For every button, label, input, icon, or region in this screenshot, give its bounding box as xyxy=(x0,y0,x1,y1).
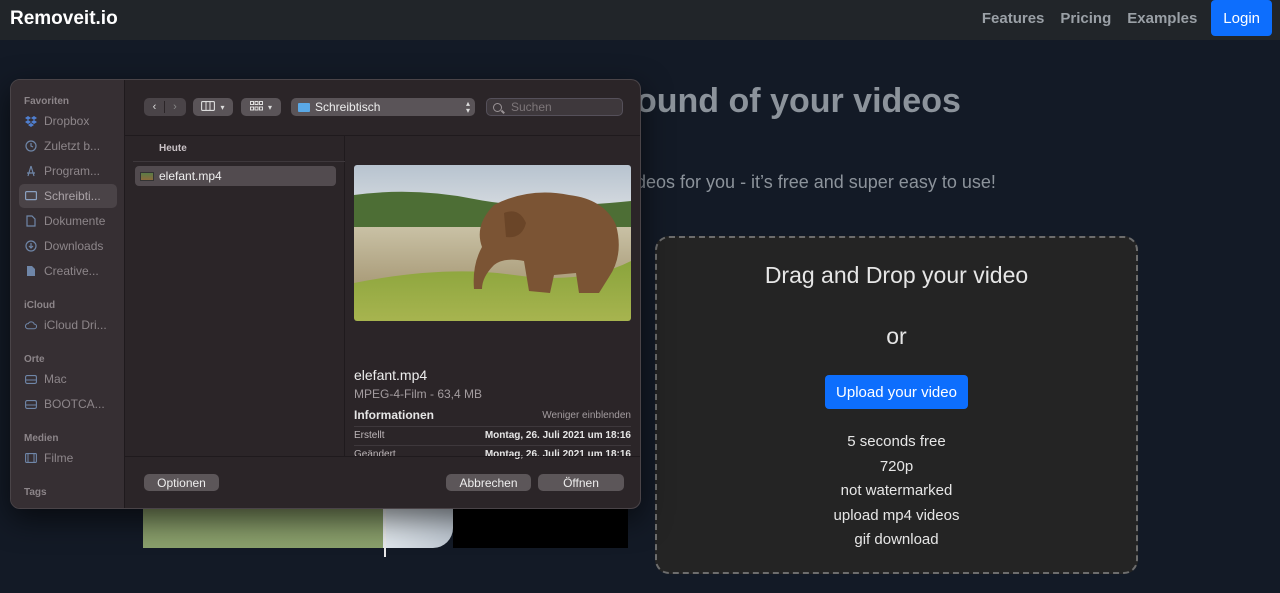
file-name: elefant.mp4 xyxy=(159,169,222,183)
created-value: Montag, 26. Juli 2021 um 18:16 xyxy=(484,430,631,441)
columns-view-icon xyxy=(201,100,216,114)
navbar: Removeit.io Features Pricing Examples Lo… xyxy=(0,0,1280,40)
feature-item: upload mp4 videos xyxy=(833,506,960,524)
file-icon xyxy=(25,265,37,277)
search-icon xyxy=(493,102,502,112)
drive-icon xyxy=(25,398,37,410)
clock-icon xyxy=(25,140,37,152)
show-less-link[interactable]: Weniger einblenden xyxy=(542,410,631,421)
preview-file-type: MPEG-4-Film - 63,4 MB xyxy=(354,387,483,401)
comparison-slider-handle[interactable] xyxy=(384,505,386,557)
search-input[interactable]: Suchen xyxy=(486,98,623,116)
chevron-down-icon: ▾ xyxy=(267,102,272,112)
sidebar-header-places: Orte xyxy=(24,354,45,365)
film-icon xyxy=(25,452,37,464)
info-header: Informationen xyxy=(354,408,434,422)
dialog-toolbar: ‹ › ▾ ▾ Schreibtisch ▴ ▾ Suchen xyxy=(125,80,640,136)
sidebar-item-creative[interactable]: Creative... xyxy=(19,259,117,283)
sidebar-header-favorites: Favoriten xyxy=(24,96,70,107)
video-dropzone[interactable]: Drag and Drop your video or Upload your … xyxy=(655,236,1138,574)
chevron-right-icon[interactable]: › xyxy=(165,101,185,113)
sidebar-item-movies[interactable]: Filme xyxy=(19,446,117,470)
document-icon xyxy=(25,215,37,227)
drive-icon xyxy=(25,373,37,385)
feature-item: 5 seconds free xyxy=(847,433,946,450)
chevron-left-icon[interactable]: ‹ xyxy=(145,101,165,113)
download-icon xyxy=(25,240,37,252)
back-forward-buttons[interactable]: ‹ › xyxy=(144,98,186,116)
brand-logo[interactable]: Removeit.io xyxy=(10,8,118,30)
sidebar-item-applications[interactable]: Program... xyxy=(19,159,117,183)
file-column: Heute elefant.mp4 xyxy=(125,136,345,456)
hero-title: ound of your videos xyxy=(636,82,961,120)
location-label: Schreibtisch xyxy=(315,100,381,114)
cloud-icon xyxy=(25,319,37,331)
dropzone-title: Drag and Drop your video xyxy=(764,262,1029,288)
sidebar-header-tags: Tags xyxy=(24,487,47,498)
feature-item: not watermarked xyxy=(840,482,953,499)
sidebar-item-icloud-drive[interactable]: iCloud Dri... xyxy=(19,313,117,337)
sidebar-header-icloud: iCloud xyxy=(24,300,56,311)
nav-link-features[interactable]: Features xyxy=(982,10,1045,27)
created-label: Erstellt xyxy=(354,430,385,441)
options-button[interactable]: Optionen xyxy=(144,474,219,491)
dropzone-or: or xyxy=(886,323,907,349)
updown-chevron-icon: ▴ ▾ xyxy=(465,99,470,115)
search-placeholder: Suchen xyxy=(511,100,552,114)
upload-video-button[interactable]: Upload your video xyxy=(825,375,968,409)
applications-icon xyxy=(25,165,37,177)
view-mode-button[interactable]: ▾ xyxy=(193,98,233,116)
sidebar-item-desktop[interactable]: Schreibti... xyxy=(19,184,117,208)
video-thumbnail xyxy=(354,165,631,321)
feature-list: 5 seconds free 720p not watermarked uplo… xyxy=(657,430,1136,553)
cancel-button[interactable]: Abbrechen xyxy=(446,474,531,491)
sidebar-item-bootcamp[interactable]: BOOTCA... xyxy=(19,392,117,416)
folder-icon xyxy=(298,102,310,112)
hero-subtitle: deos for you - it’s free and super easy … xyxy=(636,172,996,192)
open-button[interactable]: Öffnen xyxy=(538,474,624,491)
file-open-dialog: Favoriten Dropbox Zuletzt b... Program..… xyxy=(10,79,641,509)
nav-links: Features Pricing Examples Login xyxy=(966,0,1272,36)
sidebar-item-dropbox[interactable]: Dropbox xyxy=(19,109,117,133)
group-mode-button[interactable]: ▾ xyxy=(241,98,281,116)
modified-value: Montag, 26. Juli 2021 um 18:16 xyxy=(484,449,631,460)
section-header-today: Heute xyxy=(159,143,187,154)
nav-link-pricing[interactable]: Pricing xyxy=(1060,10,1111,27)
desktop-icon xyxy=(25,190,37,202)
file-preview-pane: elefant.mp4 MPEG-4-Film - 63,4 MB Inform… xyxy=(345,136,640,460)
preview-file-name: elefant.mp4 xyxy=(354,367,428,383)
sidebar-item-recents[interactable]: Zuletzt b... xyxy=(19,134,117,158)
video-file-icon xyxy=(140,171,154,181)
nav-link-examples[interactable]: Examples xyxy=(1127,10,1197,27)
file-row-elefant[interactable]: elefant.mp4 xyxy=(135,166,336,186)
dropbox-icon xyxy=(25,115,37,127)
login-button[interactable]: Login xyxy=(1211,0,1272,36)
sidebar-header-media: Medien xyxy=(24,433,59,444)
dialog-sidebar: Favoriten Dropbox Zuletzt b... Program..… xyxy=(11,80,125,508)
modified-label: Geändert xyxy=(354,449,396,460)
sidebar-item-downloads[interactable]: Downloads xyxy=(19,234,117,258)
feature-item: gif download xyxy=(854,531,939,548)
chevron-down-icon: ▾ xyxy=(220,102,225,112)
sidebar-item-mac[interactable]: Mac xyxy=(19,367,117,391)
feature-item: 720p xyxy=(879,457,914,475)
sidebar-item-documents[interactable]: Dokumente xyxy=(19,209,117,233)
grid-icon xyxy=(249,100,263,114)
location-select[interactable]: Schreibtisch ▴ ▾ xyxy=(291,98,475,116)
